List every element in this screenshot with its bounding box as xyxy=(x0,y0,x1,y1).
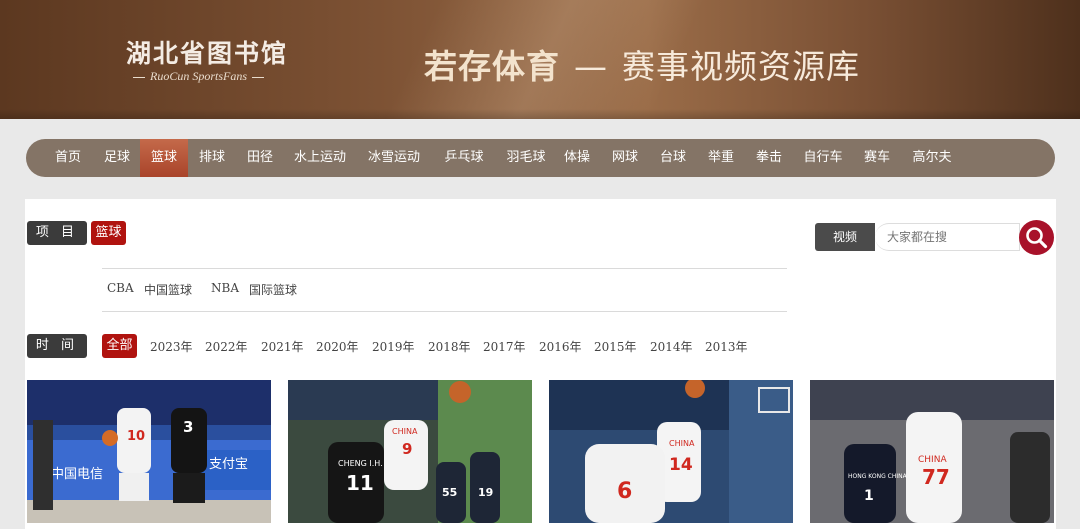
nav-item-boxing[interactable]: 拳击 xyxy=(746,139,792,177)
logo-dash-left xyxy=(133,76,145,78)
thumb1-jersey-b: 3 xyxy=(183,418,193,436)
thumb1-jersey-a: 10 xyxy=(127,429,145,444)
thumb3-jersey-b: 6 xyxy=(617,479,632,504)
thumb1-sign-alipay: 支付宝 xyxy=(209,457,248,472)
thumbnail-image-3: CHINA 14 6 xyxy=(549,380,793,523)
nav-item-golf[interactable]: 高尔夫 xyxy=(904,139,960,177)
year-2021[interactable]: 2021年 xyxy=(261,338,304,355)
year-2019[interactable]: 2019年 xyxy=(372,338,415,355)
thumbnail-image-1: 中国电信 支付宝 10 3 xyxy=(27,380,271,523)
video-thumbnail-4[interactable]: CHINA 77 HONG KONG CHINA 1 xyxy=(810,380,1054,523)
filter-divider-top xyxy=(102,268,787,269)
thumb4-jersey-b: 1 xyxy=(864,488,874,504)
year-2016[interactable]: 2016年 xyxy=(539,338,582,355)
project-value-basketball[interactable]: 篮球 xyxy=(91,221,126,245)
thumb4-jersey-a: 77 xyxy=(922,465,950,489)
year-all[interactable]: 全部 xyxy=(102,334,137,358)
subcategory-cba[interactable]: CBA xyxy=(107,281,134,295)
thumb2-jersey-b: 11 xyxy=(346,471,374,495)
nav-item-winter-sports[interactable]: 冰雪运动 xyxy=(358,139,430,177)
project-label: 项 目 xyxy=(27,221,87,245)
thumb1-sign-telecom: 中国电信 xyxy=(51,467,103,482)
search-button[interactable] xyxy=(1019,220,1054,255)
thumbnail-image-4: CHINA 77 HONG KONG CHINA 1 xyxy=(810,380,1054,523)
thumb2-player-name: CHENG I.H. xyxy=(338,459,383,468)
thumb3-team: CHINA xyxy=(669,439,695,448)
thumb4-team-b: HONG KONG CHINA xyxy=(848,473,908,480)
year-2014[interactable]: 2014年 xyxy=(650,338,693,355)
nav-item-football[interactable]: 足球 xyxy=(94,139,140,177)
nav-item-basketball[interactable]: 篮球 xyxy=(140,139,188,177)
search-input[interactable] xyxy=(875,223,1020,251)
year-2020[interactable]: 2020年 xyxy=(316,338,359,355)
thumb2-team: CHINA xyxy=(392,427,418,436)
nav-item-athletics[interactable]: 田径 xyxy=(236,139,284,177)
year-2013[interactable]: 2013年 xyxy=(705,338,748,355)
nav-item-gymnastics[interactable]: 体操 xyxy=(556,139,598,177)
nav-item-cycling[interactable]: 自行车 xyxy=(796,139,850,177)
thumb2-jersey-c: 55 xyxy=(442,486,457,499)
banner-shadow xyxy=(0,109,1080,119)
year-2015[interactable]: 2015年 xyxy=(594,338,637,355)
subcategory-international[interactable]: 国际篮球 xyxy=(249,281,297,298)
nav-item-home[interactable]: 首页 xyxy=(42,139,94,177)
site-title-strong: 若存体育 xyxy=(424,47,560,86)
year-2018[interactable]: 2018年 xyxy=(428,338,471,355)
time-label: 时 间 xyxy=(27,334,87,358)
logo-sub-text: RuoCun SportsFans xyxy=(150,69,248,83)
site-title: 若存体育 — 赛事视频资源库 xyxy=(424,40,860,88)
search-category-label[interactable]: 视频 xyxy=(815,223,875,251)
library-logo-subtitle: RuoCun SportsFans xyxy=(128,69,298,84)
subcategory-nba[interactable]: NBA xyxy=(211,281,239,295)
site-title-rest: 赛事视频资源库 xyxy=(622,47,860,86)
video-thumbnail-3[interactable]: CHINA 14 6 xyxy=(549,380,793,523)
search-icon xyxy=(1026,227,1048,249)
filter-divider-bottom xyxy=(102,311,787,312)
logo-dash-right xyxy=(252,76,265,78)
library-logo-name[interactable]: 湖北省图书馆 xyxy=(126,34,296,70)
thumb2-jersey-d: 19 xyxy=(478,486,493,499)
main-nav: 首页 足球 篮球 排球 田径 水上运动 冰雪运动 乒乓球 羽毛球 体操 网球 台… xyxy=(26,139,1055,177)
nav-item-racing[interactable]: 赛车 xyxy=(854,139,900,177)
nav-item-billiards[interactable]: 台球 xyxy=(650,139,696,177)
video-thumbnail-2[interactable]: 9 CHINA CHENG I.H. 11 55 19 xyxy=(288,380,532,523)
thumb2-jersey-a: 9 xyxy=(402,440,412,458)
year-2023[interactable]: 2023年 xyxy=(150,338,193,355)
nav-item-tennis[interactable]: 网球 xyxy=(602,139,648,177)
year-2022[interactable]: 2022年 xyxy=(205,338,248,355)
year-2017[interactable]: 2017年 xyxy=(483,338,526,355)
thumb3-jersey-a: 14 xyxy=(669,455,693,475)
thumbnail-image-2: 9 CHINA CHENG I.H. 11 55 19 xyxy=(288,380,532,523)
subcategory-china-basketball[interactable]: 中国篮球 xyxy=(144,281,192,298)
nav-item-aquatics[interactable]: 水上运动 xyxy=(284,139,356,177)
nav-item-badminton[interactable]: 羽毛球 xyxy=(496,139,556,177)
nav-item-volleyball[interactable]: 排球 xyxy=(188,139,236,177)
nav-item-weightlifting[interactable]: 举重 xyxy=(698,139,744,177)
video-thumbnail-1[interactable]: 中国电信 支付宝 10 3 xyxy=(27,380,271,523)
thumb4-team: CHINA xyxy=(918,455,947,465)
site-title-separator: — xyxy=(574,47,608,86)
nav-item-table-tennis[interactable]: 乒乓球 xyxy=(434,139,494,177)
